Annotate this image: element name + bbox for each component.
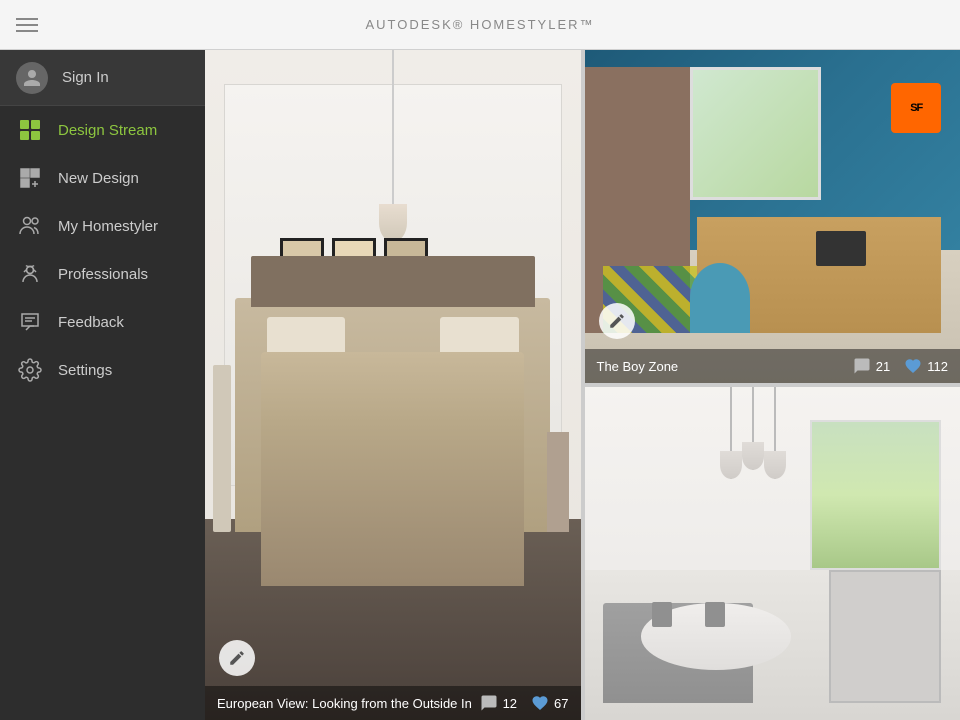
boyzone-panel[interactable]: SF The Boy Zone 21 112 bbox=[585, 50, 960, 383]
like-stat: 67 bbox=[531, 694, 568, 712]
sidebar-item-new-design[interactable]: New Design bbox=[0, 154, 205, 202]
sidebar-item-my-homestyler[interactable]: My Homestyler bbox=[0, 202, 205, 250]
feedback-icon bbox=[16, 308, 44, 336]
professionals-icon bbox=[16, 260, 44, 288]
menu-button[interactable] bbox=[16, 14, 38, 36]
main-design-panel[interactable]: European View: Looking from the Outside … bbox=[205, 50, 581, 720]
sidebar-item-professionals[interactable]: Professionals bbox=[0, 250, 205, 298]
boyzone-title: The Boy Zone bbox=[597, 359, 679, 374]
sidebar: Sign In Design Stream New Design bbox=[0, 50, 205, 720]
sf-badge: SF bbox=[891, 83, 941, 133]
main-content: European View: Looking from the Outside … bbox=[205, 50, 960, 720]
sign-in-item[interactable]: Sign In bbox=[0, 50, 205, 106]
boyzone-overlay: The Boy Zone 21 112 bbox=[585, 349, 960, 383]
professionals-label: Professionals bbox=[58, 266, 148, 283]
design-stream-label: Design Stream bbox=[58, 122, 157, 139]
sidebar-item-settings[interactable]: Settings bbox=[0, 346, 205, 394]
my-homestyler-icon bbox=[16, 212, 44, 240]
avatar bbox=[16, 62, 48, 94]
feedback-label: Feedback bbox=[58, 314, 124, 331]
main-design-title: European View: Looking from the Outside … bbox=[217, 696, 472, 711]
design-stream-icon bbox=[16, 116, 44, 144]
settings-label: Settings bbox=[58, 362, 112, 379]
settings-icon bbox=[16, 356, 44, 384]
sign-in-label: Sign In bbox=[62, 69, 109, 86]
living-panel[interactable] bbox=[585, 387, 960, 720]
new-design-label: New Design bbox=[58, 170, 139, 187]
boyzone-like-stat: 112 bbox=[904, 357, 948, 375]
main-panel-stats: 12 67 bbox=[480, 694, 569, 712]
boyzone-edit-button[interactable] bbox=[599, 303, 635, 339]
sidebar-item-feedback[interactable]: Feedback bbox=[0, 298, 205, 346]
sidebar-item-design-stream[interactable]: Design Stream bbox=[0, 106, 205, 154]
my-homestyler-label: My Homestyler bbox=[58, 218, 158, 235]
header: AUTODESK® HOMESTYLER™ bbox=[0, 0, 960, 50]
boyzone-stats: 21 112 bbox=[853, 357, 948, 375]
boyzone-comment-stat: 21 bbox=[853, 357, 890, 375]
app-title: AUTODESK® HOMESTYLER™ bbox=[365, 17, 594, 32]
new-design-icon bbox=[16, 164, 44, 192]
edit-button[interactable] bbox=[219, 640, 255, 676]
main-panel-overlay: European View: Looking from the Outside … bbox=[205, 686, 581, 720]
comment-stat: 12 bbox=[480, 694, 517, 712]
